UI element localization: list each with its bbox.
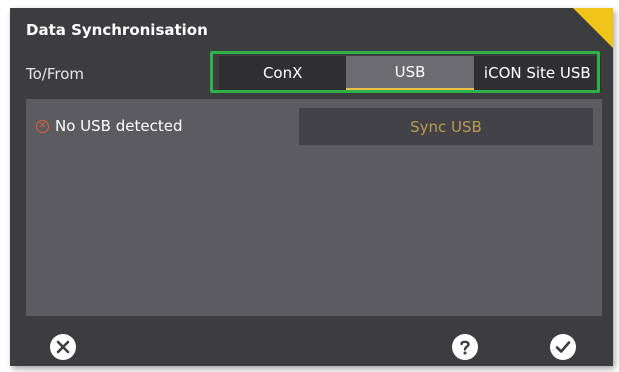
selection-highlight-box	[210, 51, 600, 93]
confirm-icon[interactable]	[550, 334, 576, 360]
dialog-title: Data Synchronisation	[26, 21, 208, 39]
usb-status: ✕ No USB detected	[36, 117, 182, 135]
error-circle-icon: ✕	[36, 119, 49, 133]
content-panel: ✕ No USB detected Sync USB	[26, 99, 602, 316]
help-icon[interactable]	[452, 334, 478, 360]
close-icon[interactable]	[50, 334, 76, 360]
corner-accent	[573, 8, 613, 48]
to-from-label: To/From	[26, 65, 85, 83]
screenshot-frame: Data Synchronisation To/From ConX USB iC…	[0, 0, 619, 372]
data-sync-dialog: Data Synchronisation To/From ConX USB iC…	[10, 8, 613, 366]
usb-status-text: No USB detected	[55, 117, 183, 135]
sync-usb-button[interactable]: Sync USB	[299, 108, 593, 145]
